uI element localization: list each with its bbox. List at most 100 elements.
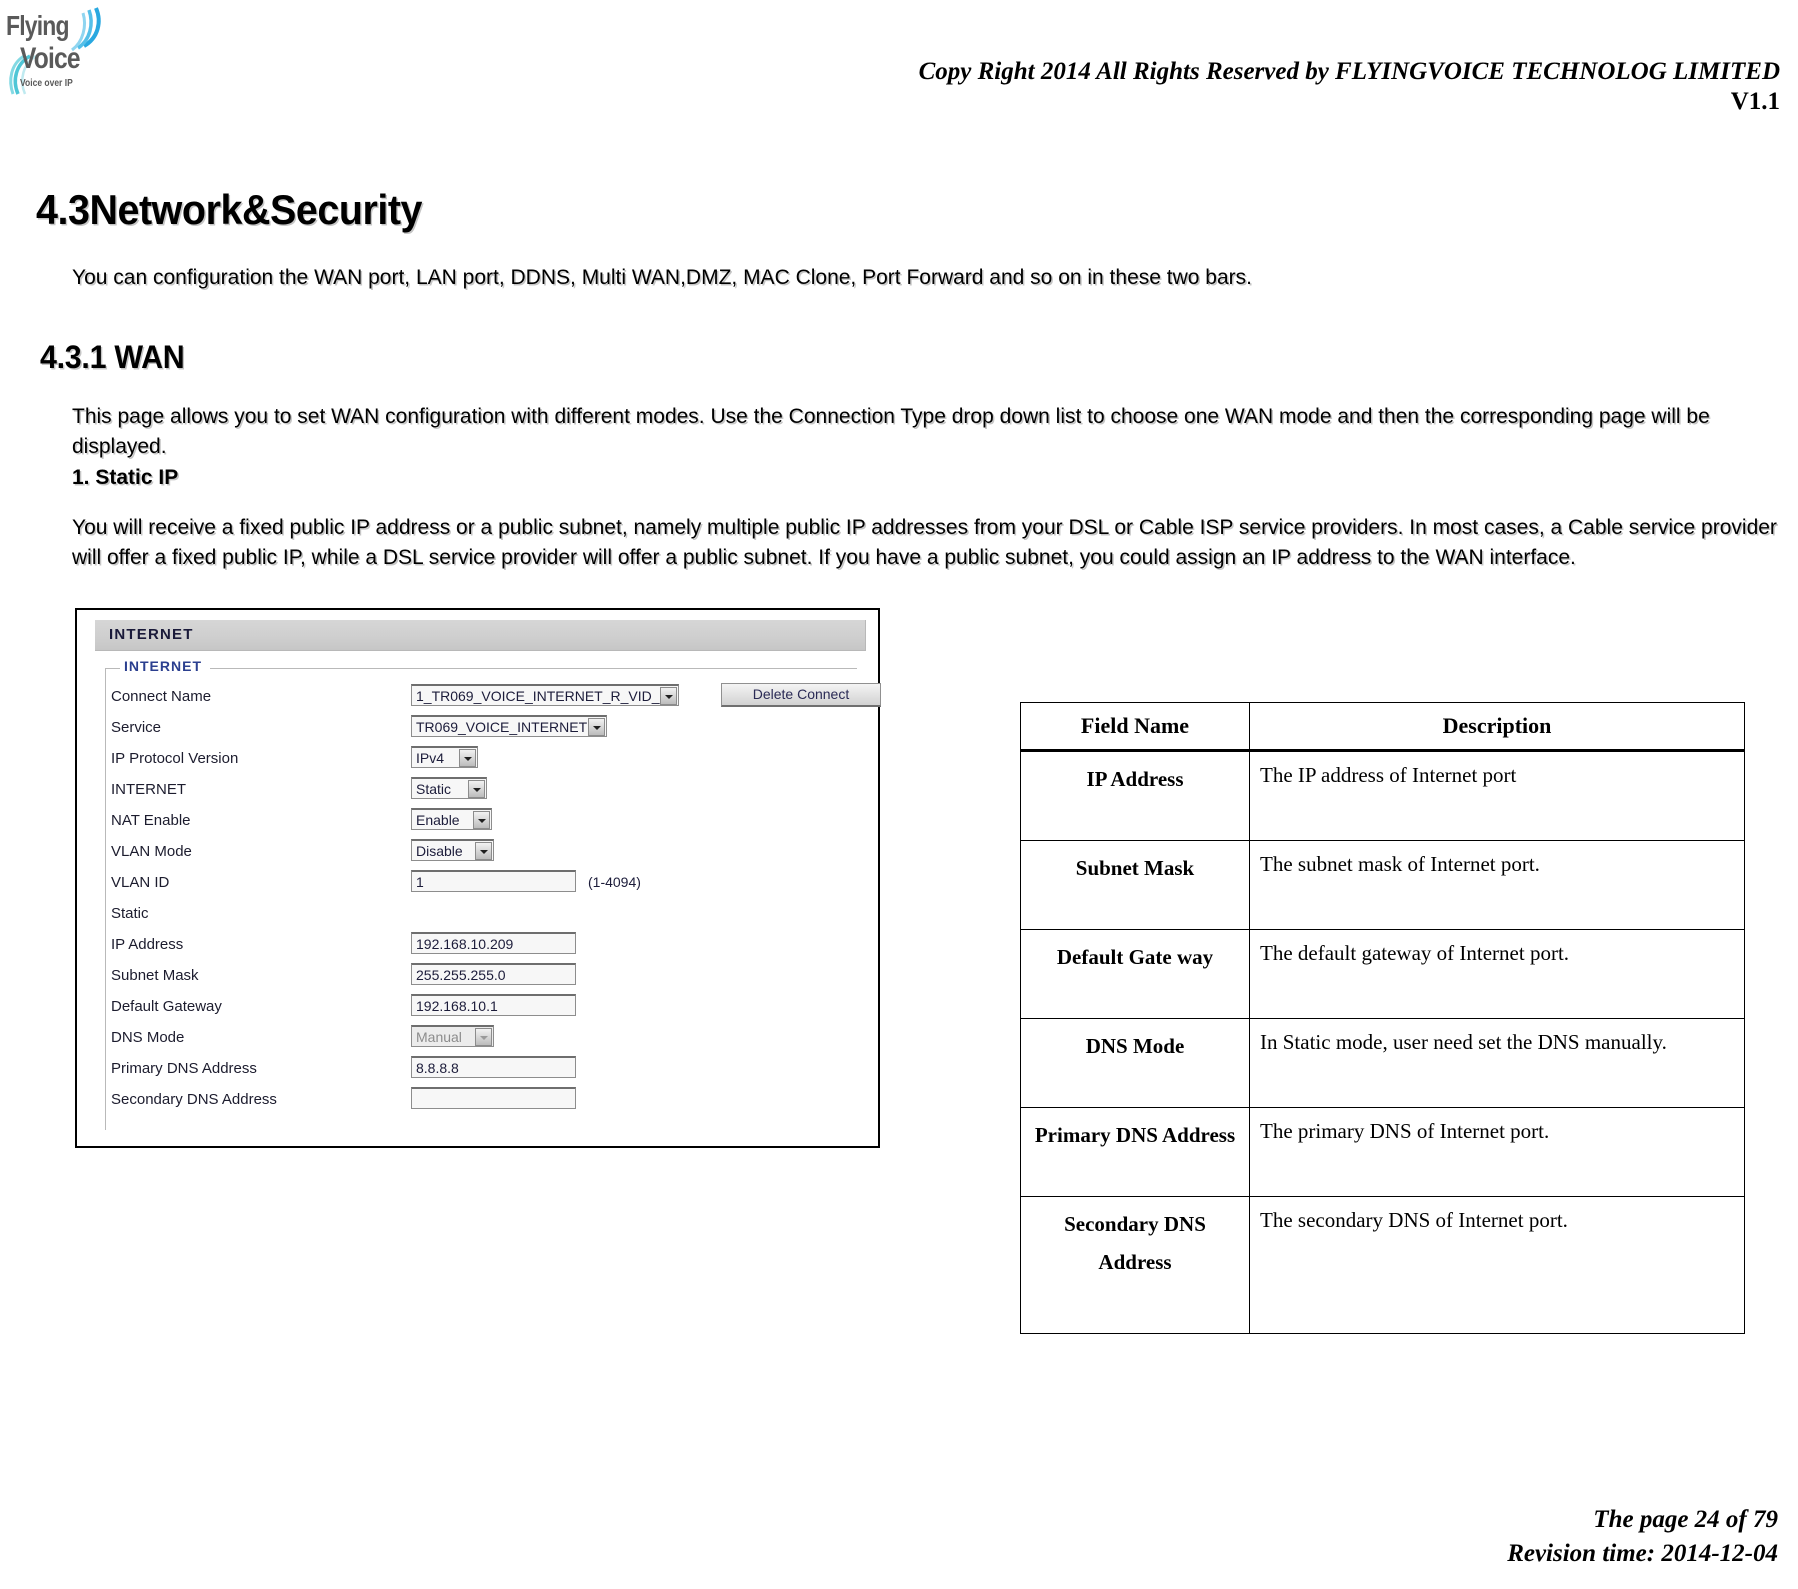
table-row: Subnet Mask The subnet mask of Internet …	[1020, 840, 1745, 930]
control-ip-protocol-version: IPv4	[411, 746, 478, 768]
internet-panel-title: INTERNET	[109, 626, 194, 643]
label-secondary-dns-address: Secondary DNS Address	[111, 1091, 277, 1108]
control-internet-mode: Static	[411, 777, 487, 799]
form-row-ip-address: IP Address 192.168.10.209	[106, 931, 858, 962]
vlan-id-input[interactable]: 1	[411, 870, 576, 892]
ip-protocol-version-value: IPv4	[416, 750, 445, 766]
flyingvoice-logo: Flying Voice Voice over IP	[6, 6, 116, 98]
cell-description: The secondary DNS of Internet port.	[1249, 1196, 1745, 1334]
form-row-default-gateway: Default Gateway 192.168.10.1	[106, 993, 858, 1024]
form-row-dns-mode: DNS Mode Manual	[106, 1024, 858, 1055]
subnet-mask-input[interactable]: 255.255.255.0	[411, 963, 576, 985]
label-subnet-mask: Subnet Mask	[111, 967, 199, 984]
section-intro-paragraph: You can configuration the WAN port, LAN …	[72, 266, 1252, 289]
page-title: 4.3Network&Security	[36, 186, 423, 234]
copyright-notice: Copy Right 2014 All Rights Reserved by F…	[918, 58, 1780, 85]
vlan-mode-select[interactable]: Disable	[411, 839, 494, 861]
primary-dns-address-input[interactable]: 8.8.8.8	[411, 1056, 576, 1078]
subsection-intro-paragraph: This page allows you to set WAN configur…	[72, 405, 1710, 458]
label-nat-enable: NAT Enable	[111, 812, 191, 829]
internet-panel-titlebar: INTERNET	[95, 620, 866, 651]
field-description-table: Field Name Description IP Address The IP…	[1020, 702, 1745, 1334]
service-select[interactable]: TR069_VOICE_INTERNET	[411, 715, 607, 737]
control-dns-mode: Manual	[411, 1025, 494, 1047]
vlan-id-value: 1	[416, 874, 424, 890]
control-subnet-mask: 255.255.255.0	[411, 963, 576, 985]
internet-mode-select[interactable]: Static	[411, 777, 487, 799]
default-gateway-value: 192.168.10.1	[416, 998, 498, 1014]
label-ip-protocol-version: IP Protocol Version	[111, 750, 239, 767]
column-header-field-name: Field Name	[1020, 702, 1250, 752]
control-nat-enable: Enable	[411, 808, 492, 830]
chevron-down-icon[interactable]	[468, 780, 485, 798]
connect-name-value: 1_TR069_VOICE_INTERNET_R_VID_	[416, 688, 660, 704]
table-header-row: Field Name Description	[1020, 702, 1745, 752]
logo-text-voice: Voice	[20, 42, 81, 75]
form-row-subnet-mask: Subnet Mask 255.255.255.0	[106, 962, 858, 993]
ip-address-value: 192.168.10.209	[416, 936, 514, 952]
form-row-vlan-id: VLAN ID 1 (1-4094)	[106, 869, 858, 900]
form-row-service: Service TR069_VOICE_INTERNET	[106, 714, 858, 745]
static-ip-paragraph: You will receive a fixed public IP addre…	[72, 516, 1777, 569]
chevron-down-icon[interactable]	[588, 718, 605, 736]
form-row-internet-mode: INTERNET Static	[106, 776, 858, 807]
secondary-dns-address-input[interactable]	[411, 1087, 576, 1109]
cell-description: In Static mode, user need set the DNS ma…	[1249, 1018, 1745, 1108]
dns-mode-value: Manual	[416, 1029, 462, 1045]
chevron-down-icon[interactable]	[475, 842, 492, 860]
connect-name-select[interactable]: 1_TR069_VOICE_INTERNET_R_VID_	[411, 684, 679, 706]
cell-field-name: Subnet Mask	[1020, 840, 1250, 930]
label-primary-dns-address: Primary DNS Address	[111, 1060, 257, 1077]
form-row-secondary-dns-address: Secondary DNS Address	[106, 1086, 858, 1117]
subsection-title: 4.3.1 WAN	[40, 338, 185, 375]
vlan-id-range-hint: (1-4094)	[588, 874, 641, 890]
label-default-gateway: Default Gateway	[111, 998, 222, 1015]
table-row: Primary DNS Address The primary DNS of I…	[1020, 1107, 1745, 1197]
chevron-down-icon[interactable]	[459, 749, 476, 767]
label-ip-address: IP Address	[111, 936, 184, 953]
table-row: DNS Mode In Static mode, user need set t…	[1020, 1018, 1745, 1108]
ip-protocol-version-select[interactable]: IPv4	[411, 746, 478, 768]
form-row-nat-enable: NAT Enable Enable	[106, 807, 858, 838]
cell-description: The default gateway of Internet port.	[1249, 929, 1745, 1019]
delete-connect-label: Delete Connect	[752, 686, 850, 702]
column-header-description: Description	[1249, 702, 1745, 752]
ip-address-input[interactable]: 192.168.10.209	[411, 932, 576, 954]
nat-enable-value: Enable	[416, 812, 460, 828]
internet-fieldset: INTERNET Connect Name 1_TR069_VOICE_INTE…	[105, 658, 881, 1130]
chevron-down-icon[interactable]	[473, 811, 490, 829]
document-version: V1.1	[1730, 88, 1780, 115]
label-service: Service	[111, 719, 162, 736]
internet-mode-value: Static	[416, 781, 452, 797]
chevron-down-icon[interactable]	[475, 1028, 492, 1046]
control-vlan-mode: Disable	[411, 839, 494, 861]
control-default-gateway: 192.168.10.1	[411, 994, 576, 1016]
control-service: TR069_VOICE_INTERNET	[411, 715, 607, 737]
control-secondary-dns-address	[411, 1087, 576, 1109]
vlan-mode-value: Disable	[416, 843, 463, 859]
logo-tagline: Voice over IP	[20, 78, 73, 89]
control-connect-name: 1_TR069_VOICE_INTERNET_R_VID_	[411, 684, 679, 706]
label-internet-mode: INTERNET	[111, 781, 186, 798]
control-vlan-id: 1	[411, 870, 576, 892]
delete-connect-button[interactable]: Delete Connect	[721, 683, 881, 707]
footer-revision-time: Revision time: 2014-12-04	[1507, 1540, 1778, 1567]
label-connect-name: Connect Name	[111, 688, 212, 705]
page-footer: The page 24 of 79 Revision time: 2014-12…	[1507, 1503, 1778, 1571]
chevron-down-icon[interactable]	[660, 687, 677, 705]
page-header: Flying Voice Voice over IP Copy Right 20…	[0, 0, 1798, 140]
footer-page-number: The page 24 of 79	[1593, 1506, 1778, 1533]
nat-enable-select[interactable]: Enable	[411, 808, 492, 830]
control-primary-dns-address: 8.8.8.8	[411, 1056, 576, 1078]
label-vlan-id: VLAN ID	[111, 874, 170, 891]
dns-mode-select[interactable]: Manual	[411, 1025, 494, 1047]
cell-description: The subnet mask of Internet port.	[1249, 840, 1745, 930]
default-gateway-input[interactable]: 192.168.10.1	[411, 994, 576, 1016]
router-config-screenshot: INTERNET INTERNET Connect Name 1_TR069_V…	[75, 608, 881, 1148]
logo-text-flying: Flying	[6, 10, 70, 41]
cell-field-name: IP Address	[1020, 750, 1250, 841]
static-ip-list-label: 1. Static IP	[72, 466, 179, 489]
primary-dns-address-value: 8.8.8.8	[416, 1060, 459, 1076]
form-row-vlan-mode: VLAN Mode Disable	[106, 838, 858, 869]
cell-field-name: Primary DNS Address	[1020, 1107, 1250, 1197]
